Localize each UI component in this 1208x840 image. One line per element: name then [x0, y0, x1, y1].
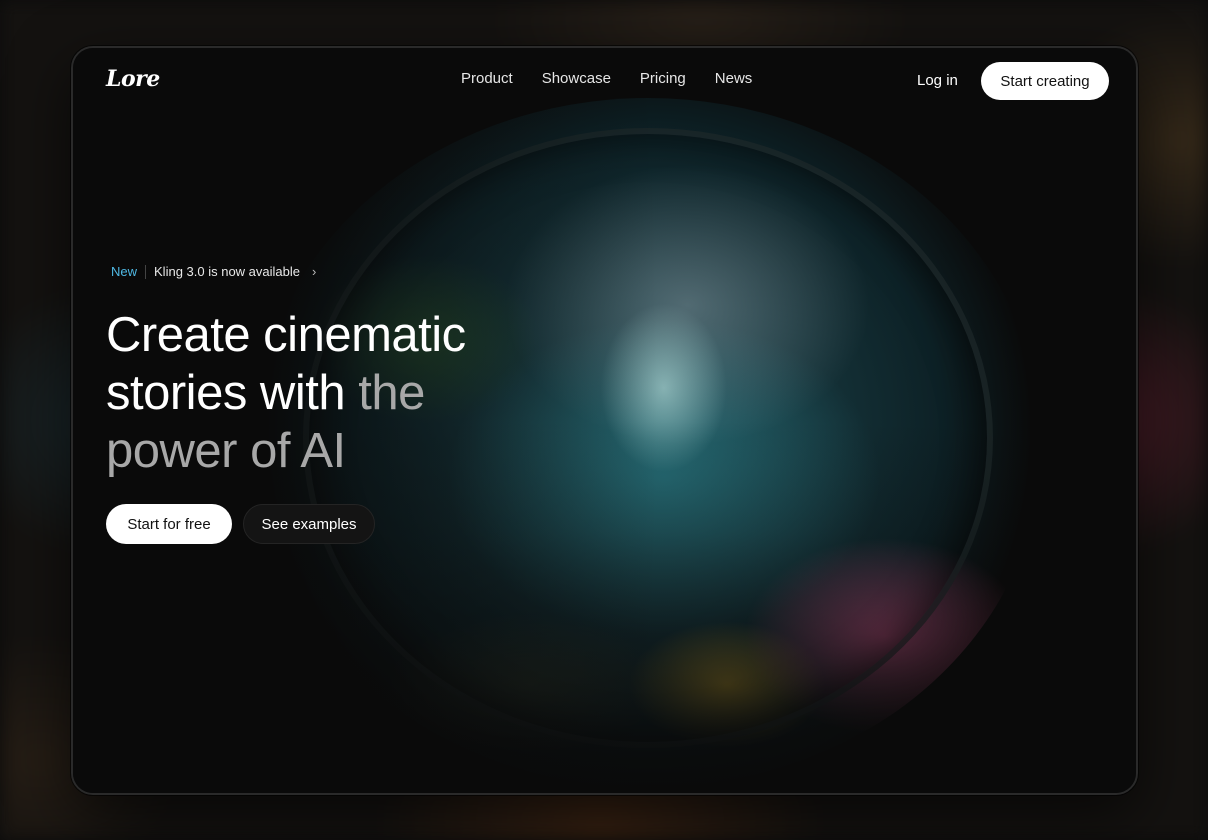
- hero-headline: Create cinematic stories with the power …: [106, 306, 536, 480]
- nav-item-pricing[interactable]: Pricing: [640, 70, 686, 87]
- nav-item-product[interactable]: Product: [461, 70, 513, 87]
- brand-logo[interactable]: Lore: [106, 66, 160, 92]
- browser-frame: Lore Product Showcase Pricing News Log i…: [71, 46, 1138, 795]
- main-nav: Product Showcase Pricing News: [461, 70, 752, 87]
- pill-divider: [145, 264, 147, 279]
- see-examples-button[interactable]: See examples: [243, 504, 375, 544]
- announcement-pill[interactable]: New Kling 3.0 is now available ›: [111, 264, 316, 279]
- chevron-right-icon: ›: [312, 264, 317, 279]
- start-creating-button[interactable]: Start creating: [981, 62, 1109, 100]
- announcement-text: Kling 3.0 is now available: [154, 264, 300, 279]
- login-link[interactable]: Log in: [917, 72, 958, 89]
- site-header: Lore Product Showcase Pricing News Log i…: [73, 48, 1136, 114]
- nav-item-news[interactable]: News: [715, 70, 753, 87]
- start-for-free-button[interactable]: Start for free: [106, 504, 232, 544]
- new-badge: New: [111, 264, 138, 279]
- nav-item-showcase[interactable]: Showcase: [542, 70, 611, 87]
